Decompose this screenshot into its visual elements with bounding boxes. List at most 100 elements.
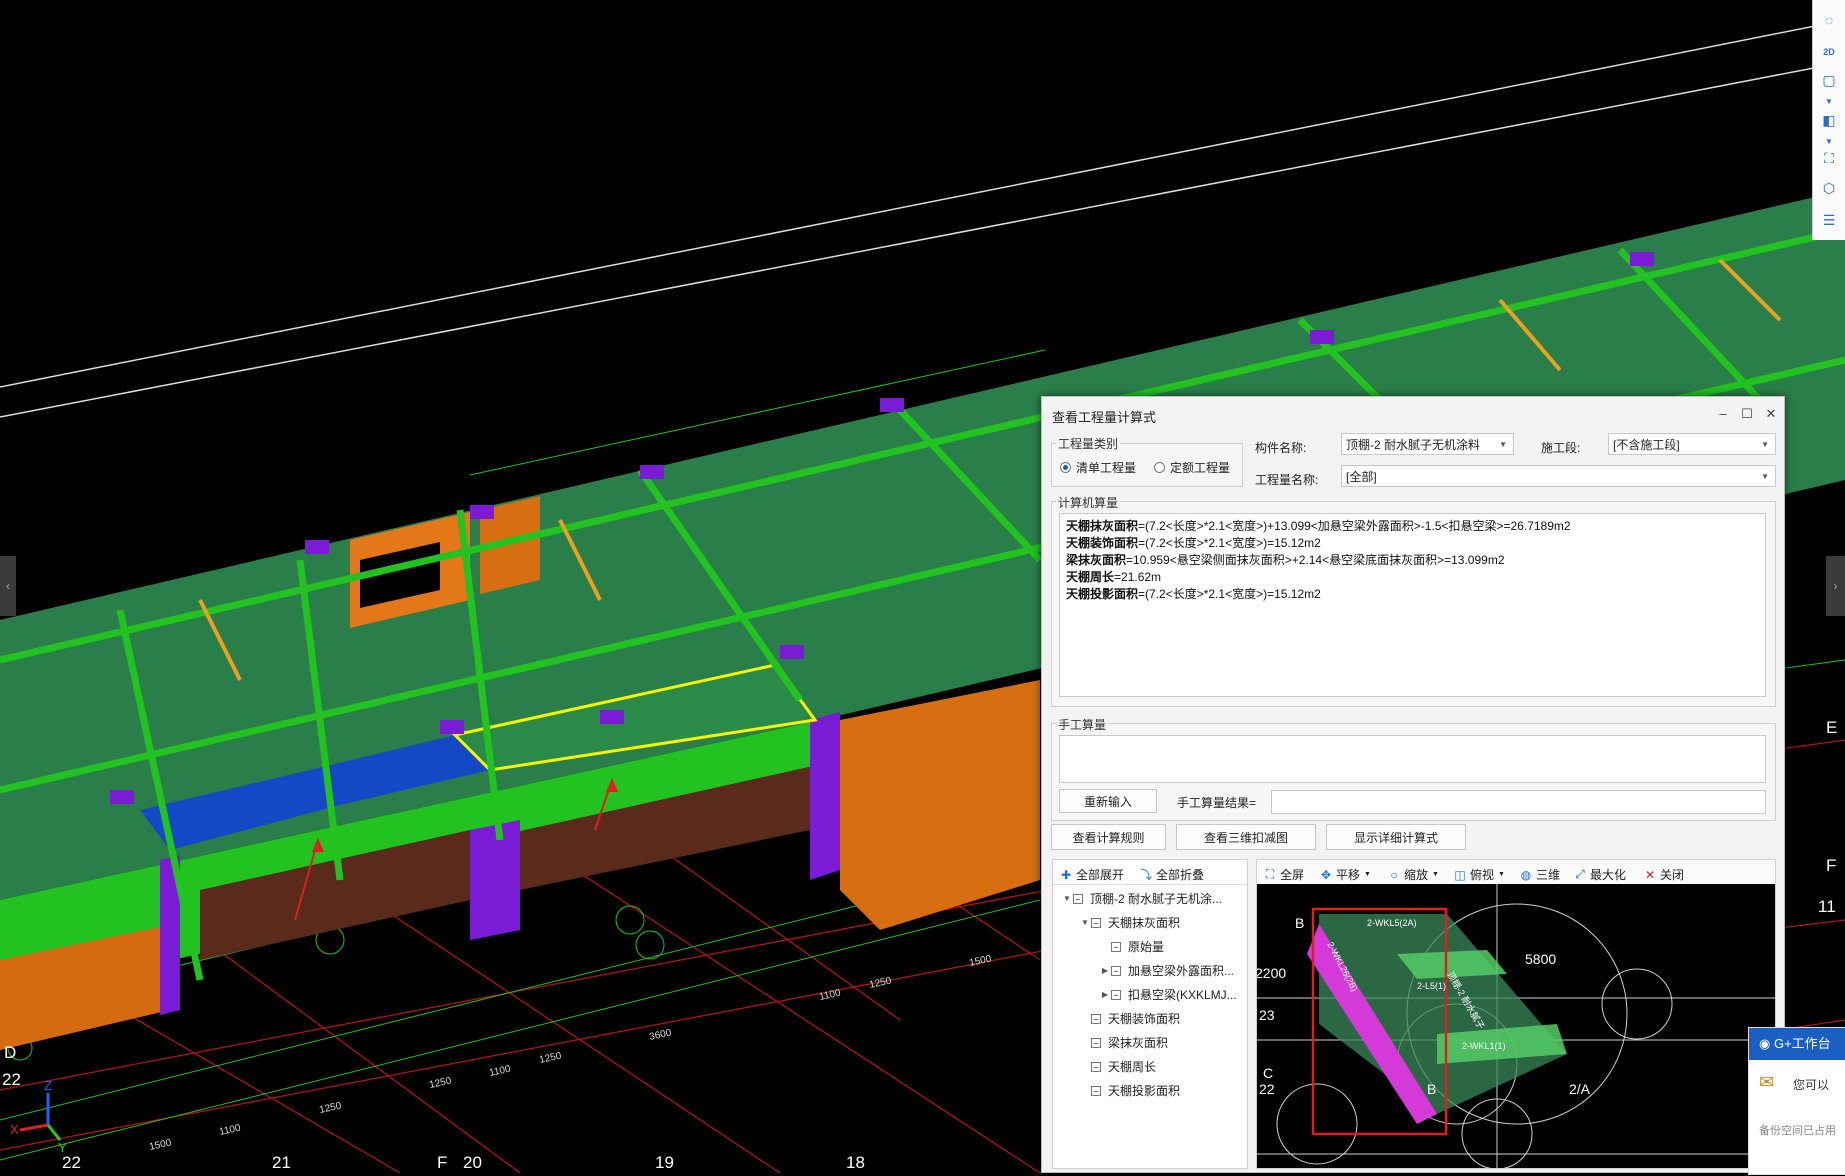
manual-result-field[interactable]	[1271, 790, 1766, 814]
top-view-icon: ◫	[1454, 867, 1466, 882]
formula-line: 梁抹灰面积=10.959<悬空梁侧面抹灰面积>+2.14<悬空梁底面抹灰面积>=…	[1066, 553, 1505, 567]
stage-select[interactable]: [不含施工段] ▼	[1608, 433, 1776, 455]
computer-calc-label: 计算机算量	[1056, 494, 1121, 511]
dimension-label: 1100	[818, 988, 842, 1003]
three-d-button[interactable]: ◍ 三维	[1519, 866, 1560, 883]
minimize-icon[interactable]: –	[1712, 403, 1734, 425]
maximize-label: 最大化	[1590, 868, 1627, 882]
g-workbench-title[interactable]: ◉ G+工作台	[1749, 1028, 1845, 1060]
maximize-icon[interactable]: ☐	[1736, 403, 1758, 425]
radio-quota-qty[interactable]: 定额工程量	[1154, 459, 1230, 476]
tree-item-label: 梁抹灰面积	[1108, 1036, 1169, 1050]
axis-label: 23	[1259, 1007, 1275, 1023]
tree-item[interactable]: 梁抹灰面积	[1079, 1034, 1168, 1051]
chevron-down-icon[interactable]: ▼	[1819, 92, 1839, 112]
close-view-button[interactable]: ✕ 关闭	[1643, 866, 1684, 883]
tree-item-root[interactable]: ▼ 顶棚-2 耐水腻子无机涂...	[1061, 890, 1222, 907]
axis-x-label: X	[10, 1122, 19, 1137]
left-panel-toggle[interactable]: ‹	[0, 556, 16, 616]
top-view-button[interactable]: ◫ 俯视 ▼	[1453, 866, 1505, 883]
list-settings-icon[interactable]: ☰	[1819, 210, 1839, 230]
qty-type-label: 工程量类别	[1056, 435, 1121, 452]
maximize-button[interactable]: ⤢ 最大化	[1573, 866, 1626, 883]
grid-axis-label: 22	[2, 1070, 21, 1089]
g-workbench-subtext: 备份空间已占用	[1759, 1125, 1836, 1137]
show-detail-button[interactable]: 显示详细计算式	[1326, 824, 1466, 850]
beam-label: 2-L5(1)	[1417, 981, 1446, 991]
g-workbench-text: 您可以	[1793, 1078, 1830, 1092]
tree-toggle-icon[interactable]: ▼	[1079, 918, 1091, 927]
grid-axis-label: 20	[463, 1153, 482, 1172]
g-workbench-title-text: G+工作台	[1773, 1036, 1831, 1051]
axis-label: B	[1427, 1081, 1436, 1097]
tree-item-label: 天棚抹灰面积	[1108, 916, 1181, 930]
radio-bill-qty[interactable]: 清单工程量	[1060, 459, 1136, 476]
fullscreen-icon[interactable]: ⛶	[1819, 148, 1839, 168]
tree-toggle-icon[interactable]: ▼	[1061, 894, 1073, 903]
reenter-button[interactable]: 重新输入	[1059, 789, 1157, 813]
dimension-label: 1100	[218, 1123, 242, 1138]
formula-textbox[interactable]: 天棚抹灰面积=(7.2<长度>*2.1<宽度>)+13.099<加悬空梁外露面积…	[1059, 513, 1766, 697]
tree-item[interactable]: 天棚周长	[1079, 1058, 1156, 1075]
grid-axis-label: 11	[1818, 897, 1836, 916]
expand-icon: ✚	[1060, 867, 1072, 882]
view-3d-deduct-button[interactable]: 查看三维扣减图	[1176, 824, 1316, 850]
qty-name-select[interactable]: [全部] ▼	[1341, 465, 1776, 487]
zoom-label: 缩放	[1404, 868, 1429, 882]
tree-toggle-icon[interactable]: ▶	[1099, 990, 1111, 999]
radio-icon	[1154, 462, 1165, 473]
tree-item[interactable]: 天棚装饰面积	[1079, 1010, 1180, 1027]
grid-axis-label: E	[1826, 718, 1837, 737]
tree-item[interactable]: ▶ 扣悬空梁(KXKLMJ...	[1099, 986, 1237, 1003]
cube-icon[interactable]: ◧	[1819, 110, 1839, 130]
pan-button[interactable]: ✥ 平移 ▼	[1319, 866, 1371, 883]
dimension-label: 1100	[488, 1064, 512, 1079]
tree-node-icon	[1091, 1085, 1101, 1096]
radio-bill-label: 清单工程量	[1076, 461, 1137, 475]
tree-item-label: 顶棚-2 耐水腻子无机涂...	[1090, 892, 1223, 906]
pan-icon: ✥	[1320, 867, 1332, 882]
zoom-button[interactable]: ○ 缩放 ▼	[1387, 866, 1439, 883]
axis-label: 2/A	[1569, 1081, 1591, 1097]
tree-node-icon	[1091, 1061, 1101, 1072]
pan-label: 平移	[1336, 868, 1361, 882]
fullscreen-button[interactable]: ⛶ 全屏	[1263, 866, 1304, 883]
tree-item[interactable]: 天棚投影面积	[1079, 1082, 1180, 1099]
dimension-label: 1250	[318, 1100, 342, 1115]
component-value: 顶棚-2 耐水腻子无机涂料	[1346, 438, 1481, 452]
tree-item[interactable]: 原始量	[1099, 938, 1164, 955]
manual-input[interactable]	[1059, 735, 1766, 783]
tree-item[interactable]: ▶ 加悬空梁外露面积...	[1099, 962, 1234, 979]
close-view-label: 关闭	[1660, 868, 1685, 882]
view-rules-button[interactable]: 查看计算规则	[1051, 824, 1166, 850]
2d-icon[interactable]: 2D	[1819, 42, 1839, 62]
component-label: 构件名称:	[1255, 441, 1307, 455]
deduction-3d-view[interactable]: B 2200 5800 23 C 22 B 2/A 顶棚-2 耐水腻子无机涂..…	[1257, 884, 1775, 1168]
layer-cube-icon[interactable]: ⬡	[1819, 178, 1839, 198]
tree-item[interactable]: ▼ 天棚抹灰面积	[1079, 914, 1180, 931]
component-select[interactable]: 顶棚-2 耐水腻子无机涂料 ▼	[1341, 433, 1514, 455]
expand-all-button[interactable]: ✚ 全部展开	[1059, 866, 1124, 883]
formula-line: 天棚抹灰面积=(7.2<长度>*2.1<宽度>)+13.099<加悬空梁外露面积…	[1066, 519, 1571, 533]
dimension-label: 1500	[148, 1137, 172, 1152]
radio-quota-label: 定额工程量	[1170, 461, 1231, 475]
tree-node-icon	[1111, 941, 1121, 952]
collapse-all-button[interactable]: ⤵ 全部折叠	[1139, 866, 1204, 883]
axis-label: B	[1295, 915, 1304, 931]
chevron-down-icon: ▼	[1432, 871, 1439, 878]
manual-calc-label: 手工算量	[1056, 716, 1109, 733]
orbit-icon[interactable]: ◌	[1819, 10, 1839, 30]
tree-node-icon	[1111, 989, 1121, 1000]
tree-node-icon	[1091, 1013, 1101, 1024]
chevron-down-icon: ▼	[1761, 440, 1769, 449]
tree-node-icon	[1111, 965, 1121, 976]
tree-item-label: 天棚装饰面积	[1108, 1012, 1181, 1026]
zoom-icon: ○	[1390, 867, 1398, 882]
close-icon[interactable]: ✕	[1760, 403, 1782, 425]
dimension-label: 2200	[1257, 965, 1286, 981]
three-d-icon: ◍	[1520, 867, 1532, 882]
right-panel-toggle[interactable]: ›	[1826, 556, 1845, 616]
formula-line: 天棚装饰面积=(7.2<长度>*2.1<宽度>)=15.12m2	[1066, 536, 1321, 550]
tree-toggle-icon[interactable]: ▶	[1099, 966, 1111, 975]
box-view-icon[interactable]: ▢	[1819, 70, 1839, 90]
